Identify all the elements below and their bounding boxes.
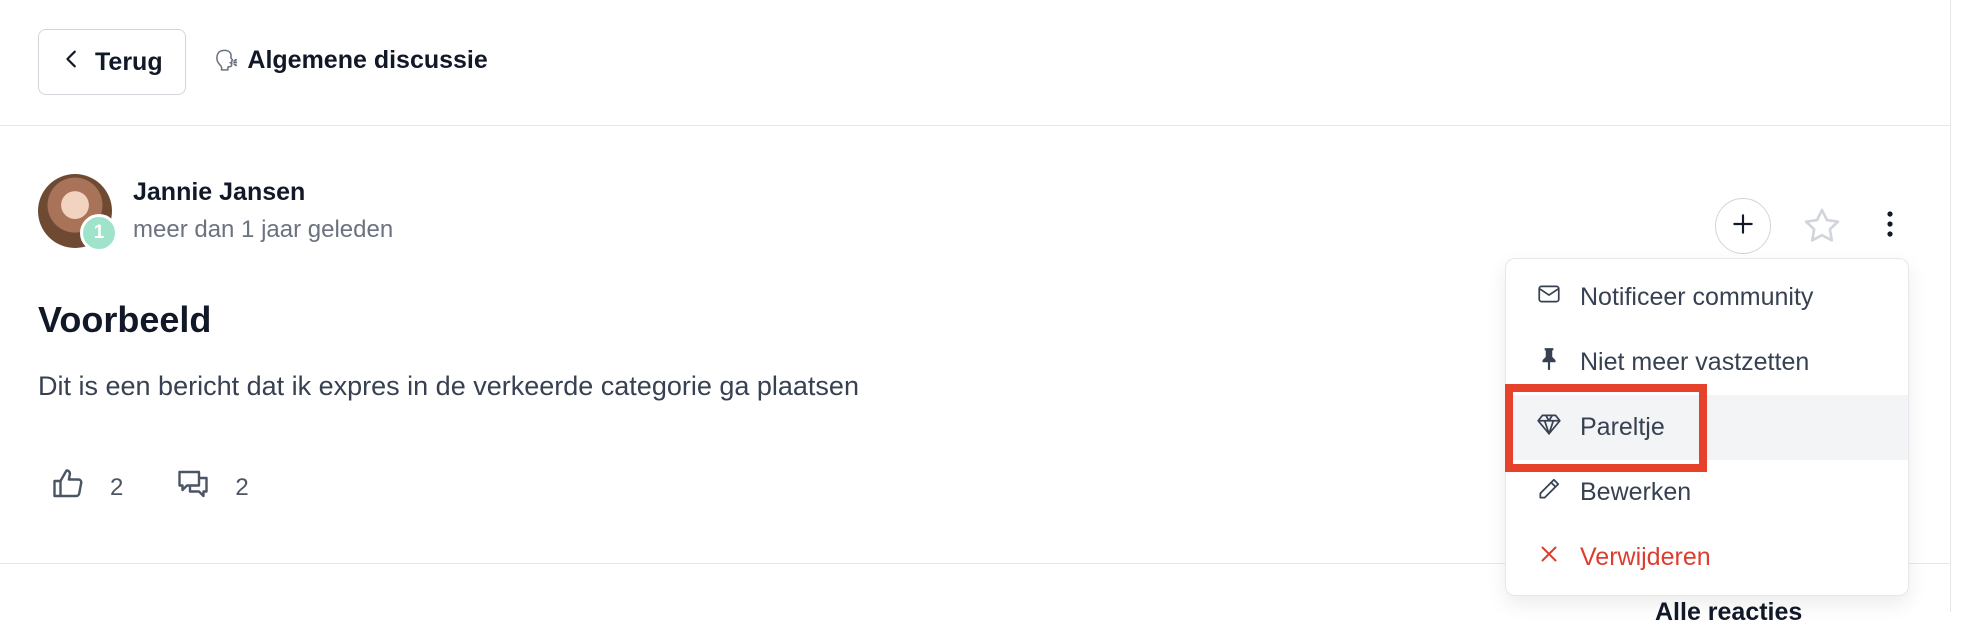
back-button-label: Terug	[95, 47, 163, 76]
pin-icon	[1536, 346, 1562, 379]
comment-count: 2	[235, 473, 249, 501]
mail-icon	[1536, 281, 1562, 314]
vertical-dots-icon	[1885, 210, 1895, 243]
level-badge: 1	[80, 214, 118, 252]
star-icon	[1801, 208, 1843, 251]
post-body: Dit is een bericht dat ik expres in de v…	[38, 371, 859, 401]
menu-item-label: Niet meer vastzetten	[1580, 348, 1810, 376]
reaction-bar: 2 2	[50, 466, 301, 509]
topbar: Terug 🗣 Algemene discussie	[0, 0, 1950, 126]
chevron-left-icon	[61, 48, 83, 77]
more-options-button[interactable]	[1870, 206, 1910, 246]
plus-icon	[1730, 211, 1756, 242]
favorite-button[interactable]	[1801, 205, 1843, 247]
comments-icon	[175, 466, 211, 509]
options-menu: Notificeer community Niet meer vastzette…	[1505, 258, 1909, 596]
author-name[interactable]: Jannie Jansen	[133, 178, 305, 207]
category-title: Algemene discussie	[247, 46, 488, 74]
menu-item-notify-community[interactable]: Notificeer community	[1506, 265, 1908, 330]
breadcrumb: 🗣 Algemene discussie	[214, 46, 488, 75]
menu-item-delete[interactable]: Verwijderen	[1506, 525, 1908, 590]
menu-item-gem[interactable]: Pareltje	[1506, 395, 1908, 460]
speaking-head-icon: 🗣	[214, 50, 240, 72]
menu-item-label: Notificeer community	[1580, 283, 1814, 311]
comment-button[interactable]: 2	[175, 466, 249, 509]
x-icon	[1536, 541, 1562, 574]
next-section-peek: Alle reacties	[1655, 598, 1803, 626]
like-button[interactable]: 2	[50, 466, 123, 509]
menu-item-unpin[interactable]: Niet meer vastzetten	[1506, 330, 1908, 395]
like-count: 2	[110, 473, 124, 501]
post-timestamp: meer dan 1 jaar geleden	[133, 216, 394, 243]
menu-item-label: Verwijderen	[1580, 543, 1711, 571]
menu-item-edit[interactable]: Bewerken	[1506, 460, 1908, 525]
post-title: Voorbeeld	[38, 299, 212, 340]
diamond-icon	[1536, 411, 1562, 444]
add-button[interactable]	[1715, 198, 1771, 254]
thumbs-up-icon	[50, 466, 86, 509]
menu-item-label: Pareltje	[1580, 413, 1665, 441]
menu-item-label: Bewerken	[1580, 478, 1692, 506]
pencil-icon	[1536, 476, 1562, 509]
back-button[interactable]: Terug	[38, 29, 186, 95]
discussion-page: Terug 🗣 Algemene discussie 1 Jannie Jans…	[0, 0, 1951, 626]
